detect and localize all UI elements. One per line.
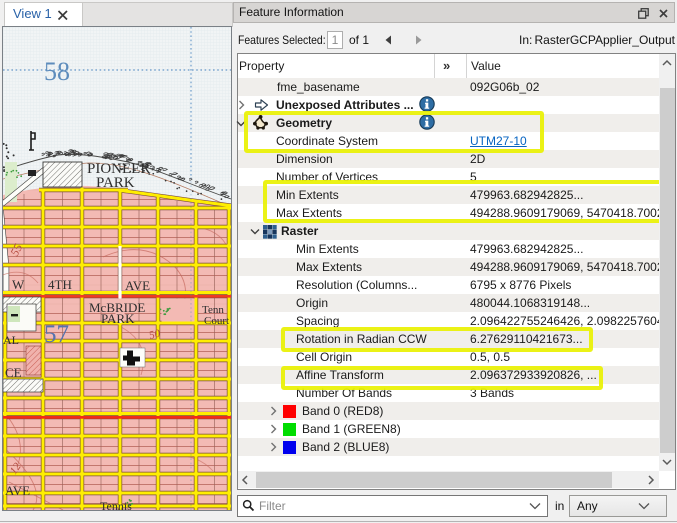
svg-text:Tennis: Tennis [100, 499, 132, 510]
svg-text:AVE: AVE [125, 278, 150, 293]
svg-text:AL: AL [3, 333, 19, 347]
svg-text:PARK: PARK [96, 175, 135, 191]
svg-text:Court: Court [204, 315, 229, 327]
svg-text:W: W [12, 277, 25, 292]
svg-text:PARK: PARK [101, 311, 135, 326]
svg-text:CE: CE [5, 365, 22, 380]
svg-text:57: 57 [44, 321, 69, 348]
svg-text:4TH: 4TH [48, 277, 72, 292]
svg-text:58: 58 [44, 57, 70, 86]
svg-text:AVE: AVE [5, 483, 30, 498]
